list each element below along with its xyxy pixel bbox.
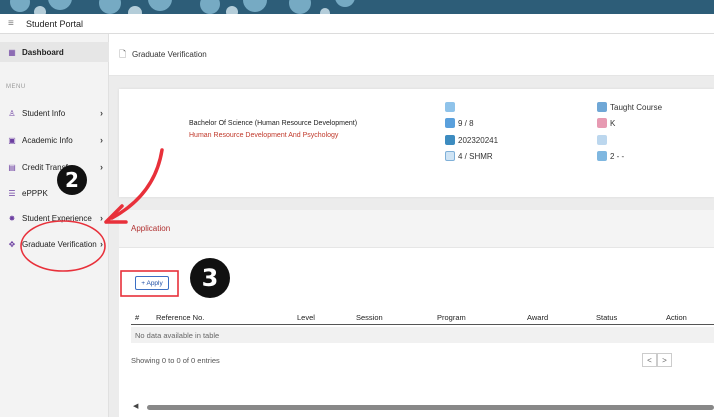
annotation-step-3: 3 bbox=[190, 258, 230, 298]
annotation-overlay bbox=[20, 148, 179, 297]
annotation-arrowhead bbox=[104, 204, 128, 224]
annotation-circle bbox=[20, 220, 106, 272]
annotation-step-2: 2 bbox=[57, 165, 87, 195]
annotation-box bbox=[120, 270, 179, 297]
